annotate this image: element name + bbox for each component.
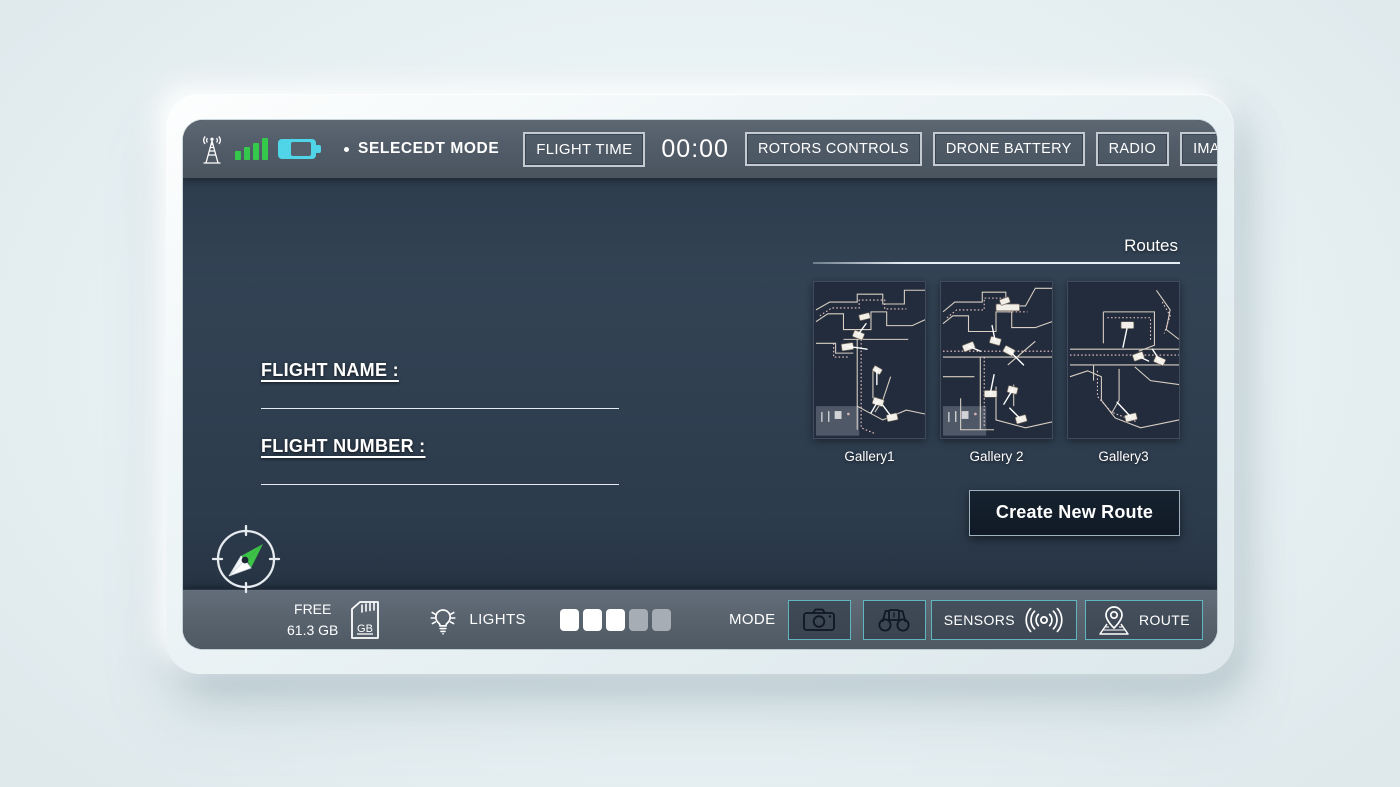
sd-card-icon: GB <box>351 600 380 639</box>
route-label: ROUTE <box>1139 611 1190 628</box>
images-button[interactable]: IMAGES <box>1180 132 1217 166</box>
binoculars-icon <box>878 608 910 631</box>
bottom-right-button-group: SENSORS ROUTE <box>930 599 1203 640</box>
bottom-status-bar: FREE 61.3 GB GB LIGHTS MODE SENSORS ROUT… <box>183 589 1217 649</box>
free-space-value: 61.3 GB <box>287 621 339 638</box>
camera-icon <box>803 608 835 631</box>
route-map-graphic <box>1068 281 1179 438</box>
status-icon-group <box>199 134 321 164</box>
free-space-label: FREE <box>294 601 332 618</box>
storage-group: FREE 61.3 GB GB <box>287 599 381 640</box>
flight-details-form: FLIGHT NAME : FLIGHT NUMBER : <box>261 360 619 512</box>
sensors-label: SENSORS <box>943 611 1015 628</box>
drone-battery-button[interactable]: DRONE BATTERY <box>932 132 1085 166</box>
scout-mode-button[interactable] <box>862 599 926 640</box>
signal-bars-icon <box>235 138 268 160</box>
mode-status-dot <box>344 146 349 152</box>
flight-name-label: FLIGHT NAME : <box>261 360 399 380</box>
compass-icon[interactable] <box>211 524 281 594</box>
route-gallery-item[interactable]: Gallery3 <box>1067 280 1180 464</box>
sensors-button[interactable]: SENSORS <box>930 599 1077 640</box>
flight-number-input[interactable] <box>261 467 619 485</box>
top-status-bar: SELECEDT MODE FLIGHT TIME 00:00 ROTORS C… <box>183 120 1217 179</box>
route-map-graphic <box>814 281 925 438</box>
lights-level-block[interactable] <box>582 608 602 631</box>
create-new-route-button[interactable]: Create New Route <box>969 489 1180 536</box>
route-gallery-item[interactable]: Gallery 2 <box>940 280 1053 464</box>
route-thumbnail-1[interactable] <box>813 280 926 439</box>
map-pin-icon <box>1099 605 1129 635</box>
route-thumbnail-2[interactable] <box>940 280 1053 439</box>
topbar-button-group: ROTORS CONTROLS DRONE BATTERY RADIO IMAG… <box>744 132 1217 166</box>
flight-number-label: FLIGHT NUMBER : <box>261 436 426 456</box>
camera-mode-button[interactable] <box>787 599 851 640</box>
drone-controller-screen: SELECEDT MODE FLIGHT TIME 00:00 ROTORS C… <box>183 120 1217 649</box>
mode-label-text: SELECEDT MODE <box>358 140 500 157</box>
lights-level-block[interactable] <box>628 608 648 631</box>
mode-group: MODE <box>728 599 926 640</box>
cell-tower-icon <box>202 135 222 164</box>
radio-button[interactable]: RADIO <box>1095 132 1170 166</box>
route-button[interactable]: ROUTE <box>1085 599 1203 640</box>
lights-label: LIGHTS <box>469 611 526 628</box>
mode-label: MODE <box>728 611 776 628</box>
free-space-readout: FREE 61.3 GB <box>287 599 338 640</box>
lights-level-indicator[interactable] <box>559 608 671 631</box>
flight-time-button[interactable]: FLIGHT TIME <box>523 131 646 167</box>
flight-name-input[interactable] <box>261 391 619 409</box>
flight-number-field-group: FLIGHT NUMBER : <box>261 436 619 485</box>
routes-panel: Routes Gallery1 Gallery 2 Gallery3 Creat… <box>813 236 1180 536</box>
lights-level-block[interactable] <box>605 608 625 631</box>
sd-card-label: GB <box>357 623 373 635</box>
signal-waves-icon <box>1025 607 1063 632</box>
flight-time-value: 00:00 <box>661 134 729 163</box>
route-thumbnail-caption: Gallery3 <box>1098 448 1149 464</box>
lights-group[interactable]: LIGHTS <box>427 604 671 636</box>
tablet-device-frame: SELECEDT MODE FLIGHT TIME 00:00 ROTORS C… <box>166 94 1234 674</box>
lights-level-block[interactable] <box>651 608 671 631</box>
selected-mode-indicator: SELECEDT MODE <box>344 140 499 158</box>
route-gallery-list: Gallery1 Gallery 2 Gallery3 <box>813 280 1180 464</box>
lightbulb-icon <box>430 608 456 635</box>
flight-name-field-group: FLIGHT NAME : <box>261 360 619 409</box>
route-thumbnail-3[interactable] <box>1067 280 1180 439</box>
route-thumbnail-caption: Gallery 2 <box>969 448 1024 464</box>
lights-level-block[interactable] <box>559 608 579 631</box>
routes-panel-title: Routes <box>1124 236 1178 255</box>
rotors-controls-button[interactable]: ROTORS CONTROLS <box>744 132 922 166</box>
route-gallery-item[interactable]: Gallery1 <box>813 280 926 464</box>
battery-icon <box>278 139 321 159</box>
route-thumbnail-caption: Gallery1 <box>844 448 895 464</box>
routes-divider <box>813 262 1180 264</box>
route-map-graphic <box>941 281 1052 438</box>
